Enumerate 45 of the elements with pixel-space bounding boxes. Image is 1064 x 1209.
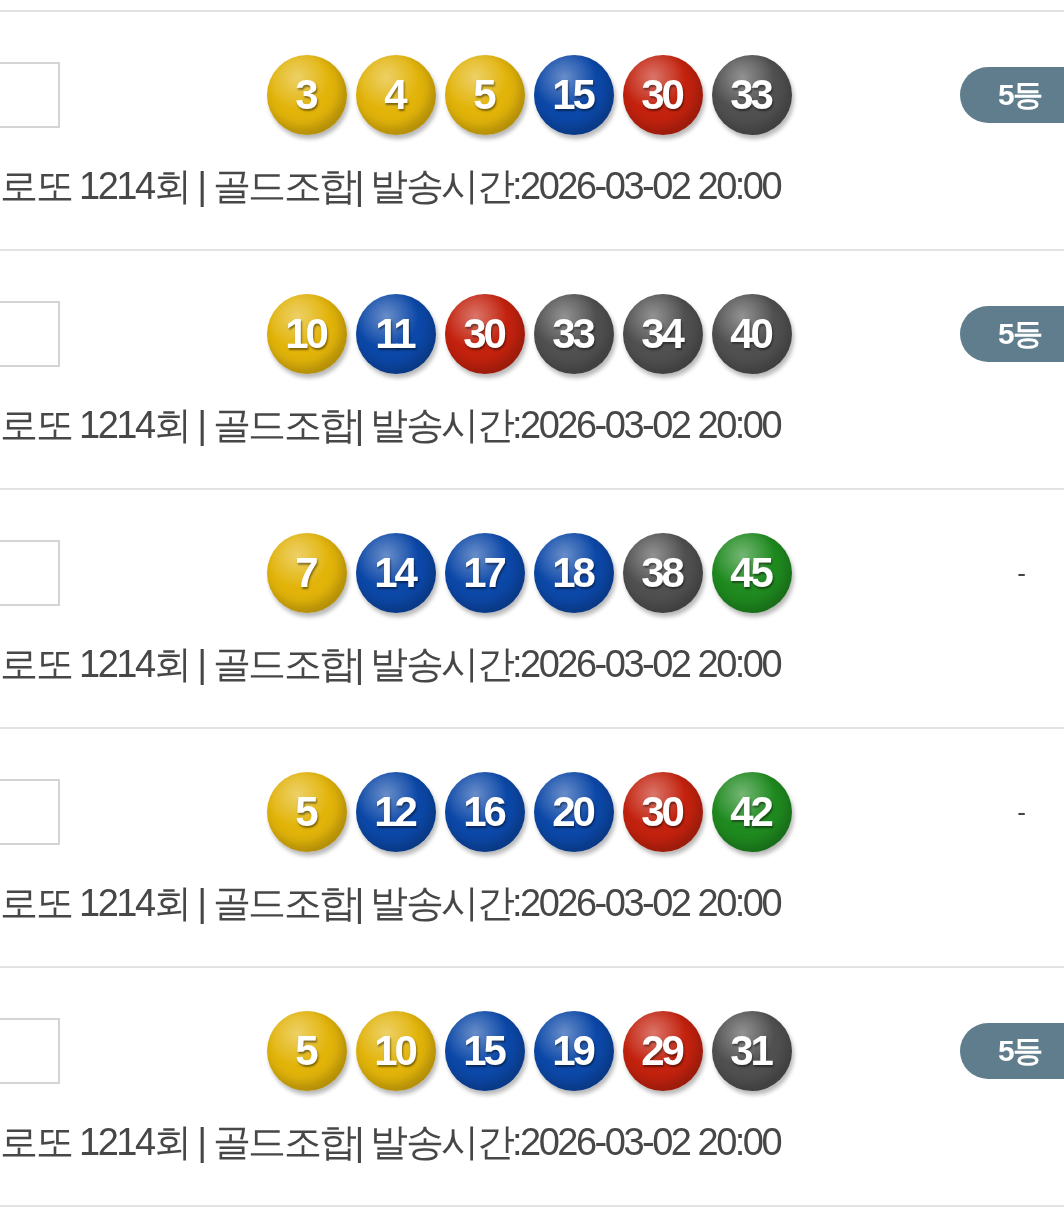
number-ball: 29: [623, 1011, 703, 1091]
rank-text: -: [1017, 557, 1026, 589]
number-ball: 5: [267, 1011, 347, 1091]
number-ball: 30: [445, 294, 525, 374]
checkbox[interactable]: [0, 540, 60, 606]
number-ball: 33: [712, 55, 792, 135]
checkbox[interactable]: [0, 779, 60, 845]
number-ball: 12: [356, 772, 436, 852]
number-ball: 3: [267, 55, 347, 135]
number-ball: 11: [356, 294, 436, 374]
number-ball: 10: [356, 1011, 436, 1091]
number-ball: 4: [356, 55, 436, 135]
checkbox[interactable]: [0, 62, 60, 128]
ticket-info-text: 로또 1214회 | 골드조합| 발송시간:2026-03-02 20:00: [0, 164, 781, 209]
rank-text: -: [1017, 796, 1026, 828]
number-ball: 5: [445, 55, 525, 135]
number-ball: 33: [534, 294, 614, 374]
rank-badge: 5등: [960, 306, 1064, 362]
number-ball: 20: [534, 772, 614, 852]
number-ball: 38: [623, 533, 703, 613]
checkbox[interactable]: [0, 1018, 60, 1084]
rank-badge: 5등: [960, 67, 1064, 123]
ticket-info-text: 로또 1214회 | 골드조합| 발송시간:2026-03-02 20:00: [0, 403, 781, 448]
ticket-info-text: 로또 1214회 | 골드조합| 발송시간:2026-03-02 20:00: [0, 642, 781, 687]
number-ball: 18: [534, 533, 614, 613]
ticket-info-text: 로또 1214회 | 골드조합| 발송시간:2026-03-02 20:00: [0, 1120, 781, 1165]
rank-badge: 5등: [960, 1023, 1064, 1079]
number-ball: 5: [267, 772, 347, 852]
number-ball: 30: [623, 55, 703, 135]
number-ball: 10: [267, 294, 347, 374]
number-ball: 15: [445, 1011, 525, 1091]
ticket-info-text: 로또 1214회 | 골드조합| 발송시간:2026-03-02 20:00: [0, 881, 781, 926]
number-ball: 19: [534, 1011, 614, 1091]
number-ball: 30: [623, 772, 703, 852]
number-ball: 31: [712, 1011, 792, 1091]
number-ball: 42: [712, 772, 792, 852]
number-ball: 16: [445, 772, 525, 852]
number-ball: 34: [623, 294, 703, 374]
number-ball: 15: [534, 55, 614, 135]
number-ball: 14: [356, 533, 436, 613]
number-ball: 7: [267, 533, 347, 613]
number-ball: 45: [712, 533, 792, 613]
checkbox[interactable]: [0, 301, 60, 367]
number-ball: 17: [445, 533, 525, 613]
number-ball: 40: [712, 294, 792, 374]
